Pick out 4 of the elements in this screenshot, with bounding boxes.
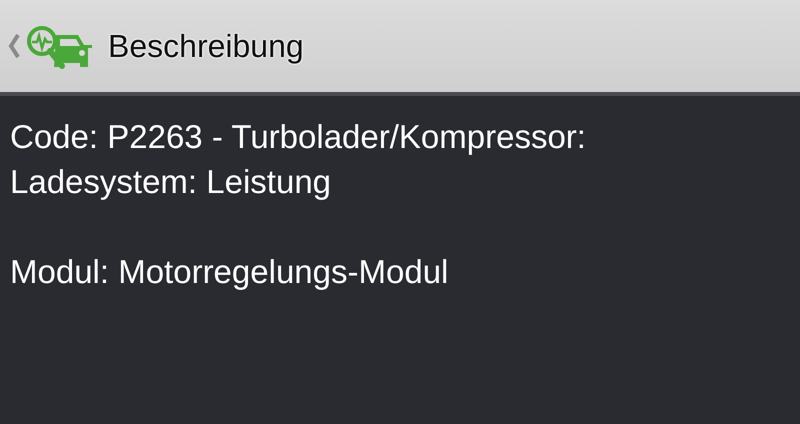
back-chevron-icon (8, 33, 20, 59)
screen-title: Beschreibung (108, 28, 304, 64)
description-text: Modul: Motorregelungs-Modul (10, 252, 450, 292)
description-text: Code: P2263 - Turbolader/Kompressor: Ladesystem: Leistung (10, 117, 587, 202)
